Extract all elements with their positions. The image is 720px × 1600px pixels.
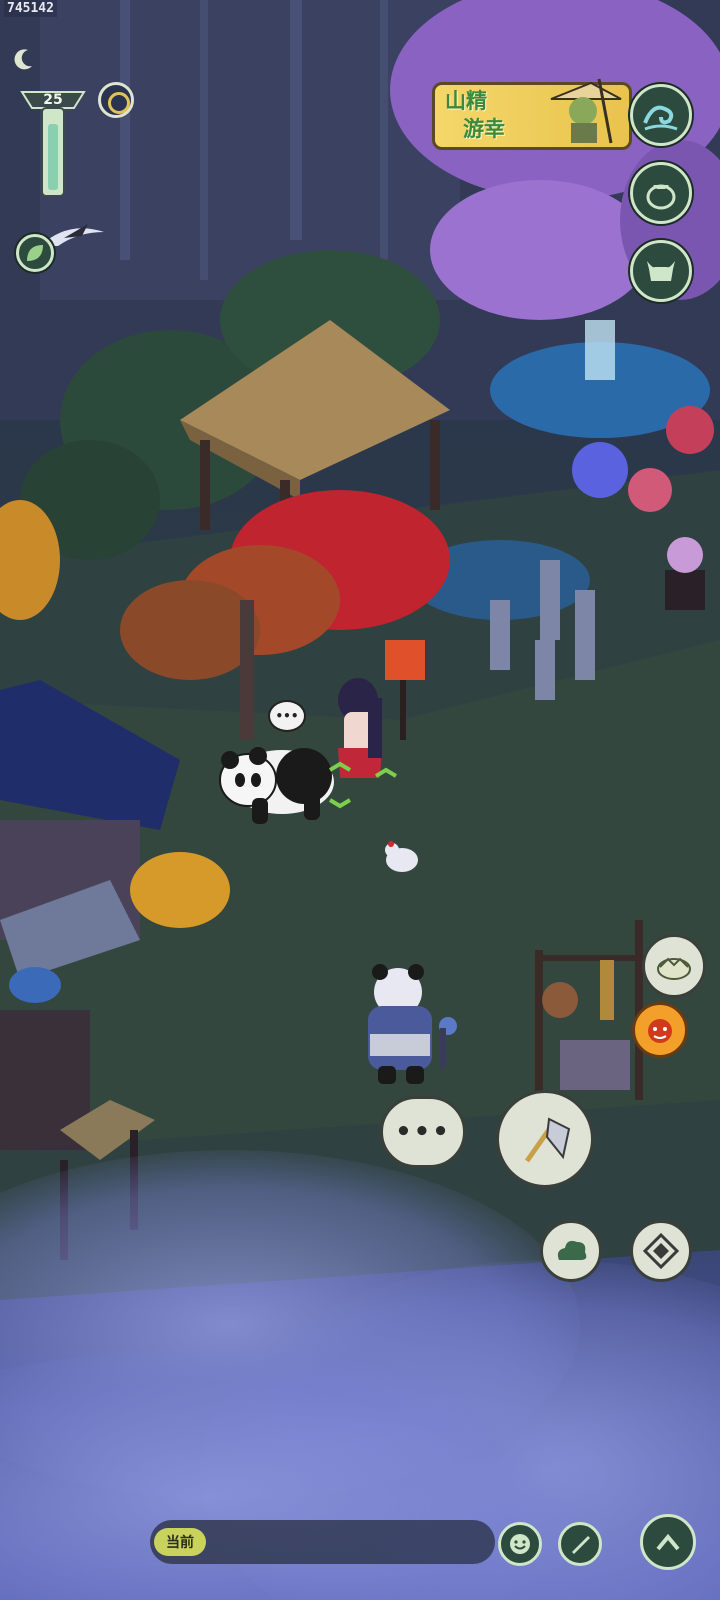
leaf-button[interactable] [16, 234, 54, 272]
expand-menu-button[interactable] [640, 1514, 696, 1570]
chat-channel-tag[interactable]: 当前 [154, 1528, 206, 1556]
wave-icon [643, 105, 678, 131]
dumpling-button[interactable] [642, 934, 706, 998]
leaf-icon [27, 245, 43, 261]
chevron-up-icon [656, 1533, 680, 1551]
axe-icon [524, 1117, 571, 1163]
event-banner-line1: 山精 [445, 88, 487, 113]
speech-button[interactable]: ••• [380, 1096, 466, 1168]
chicken[interactable] [382, 836, 422, 876]
emote-button[interactable] [498, 1522, 542, 1566]
cloud-swirl-button[interactable] [540, 1220, 602, 1282]
event-banner-line2: 游幸 [463, 116, 505, 141]
axe-button[interactable] [496, 1090, 594, 1188]
fire-face-button[interactable] [632, 1002, 688, 1058]
brush-icon [572, 1536, 590, 1554]
panda-speech-icon[interactable]: ••• [268, 700, 306, 732]
crescent-moon-icon [14, 49, 33, 70]
level-totem[interactable]: 25 [18, 80, 88, 200]
dumpling-icon [657, 957, 691, 980]
ox-icon [647, 261, 675, 281]
player-id: 745142 [4, 0, 57, 17]
level-number: 25 [43, 92, 63, 108]
compass-diamond-icon [643, 1233, 679, 1269]
ring-sun-icon[interactable] [98, 82, 134, 118]
wave-button[interactable] [630, 84, 692, 146]
game-scene[interactable]: ••• 745142 25 山精 游幸 ••• 当前 [0, 0, 720, 1600]
event-banner[interactable]: 山精 游幸 [432, 78, 632, 150]
edit-button[interactable] [558, 1522, 602, 1566]
mountain-spirit-icon [550, 78, 622, 144]
bag-button[interactable] [630, 162, 692, 224]
ox-button[interactable] [630, 240, 692, 302]
player-character[interactable] [356, 962, 460, 1090]
compass-button[interactable] [630, 1220, 692, 1282]
fire-face-icon [648, 1019, 672, 1043]
cloud-swirl-icon [557, 1240, 587, 1260]
smile-icon [510, 1534, 530, 1554]
speech-bubble-icon: ••• [395, 1117, 451, 1147]
bag-icon [646, 184, 676, 210]
selection-marker [328, 761, 398, 809]
